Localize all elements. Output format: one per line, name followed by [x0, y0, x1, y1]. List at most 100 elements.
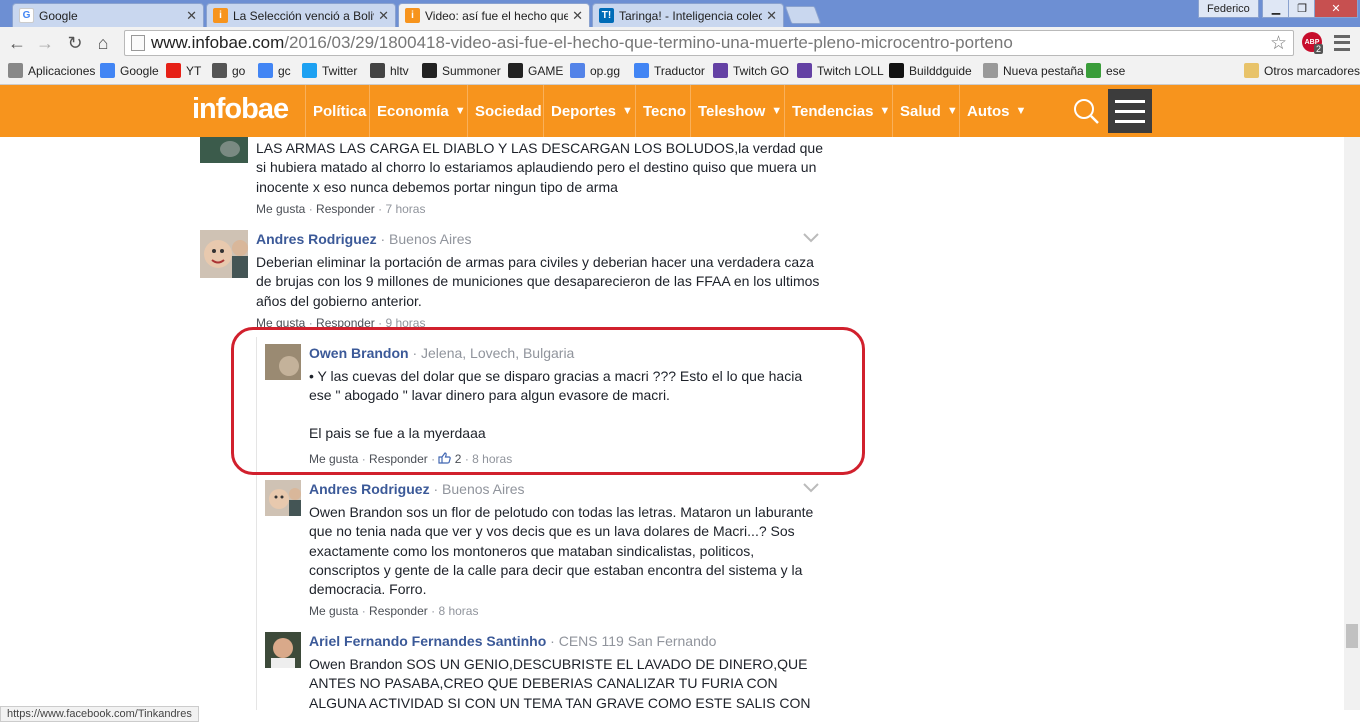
- tab-seleccion[interactable]: i La Selección venció a Bolivia ✕: [206, 3, 396, 27]
- bookmark-game[interactable]: GAME: [508, 63, 563, 78]
- comment-location: Buenos Aires: [442, 481, 525, 497]
- hltv-icon: [370, 63, 385, 78]
- apps-icon: [8, 63, 23, 78]
- caret-down-icon: ▼: [622, 105, 633, 117]
- comment-author[interactable]: Ariel Fernando Fernandes Santinho · CENS…: [309, 633, 716, 649]
- bookmarks-bar: Aplicaciones Google YT go gc Twitter hltv Summo…: [0, 59, 1360, 85]
- comment-author[interactable]: Andres Rodriguez · Buenos Aires: [309, 481, 525, 497]
- highlight-circle: [231, 327, 865, 475]
- page-icon: [983, 63, 998, 78]
- bookmark-twitter[interactable]: Twitter: [302, 63, 357, 78]
- adblock-count: 2: [1314, 44, 1324, 54]
- reply-link[interactable]: Responder: [369, 604, 428, 618]
- comment-time[interactable]: 8 horas: [438, 604, 478, 618]
- bookmark-aplicaciones[interactable]: Aplicaciones: [8, 63, 95, 78]
- like-link[interactable]: Me gusta: [309, 604, 358, 618]
- folder-icon: [1244, 63, 1259, 78]
- comment-location: CENS 119 San Fernando: [558, 633, 717, 649]
- other-bookmarks[interactable]: Otros marcadores: [1244, 63, 1360, 78]
- close-window-icon[interactable]: ✕: [1314, 0, 1358, 18]
- close-tab-icon[interactable]: ✕: [186, 8, 197, 24]
- url-path: /2016/03/29/1800418-video-asi-fue-el-hec…: [284, 33, 1013, 52]
- tab-taringa[interactable]: T! Taringa! - Inteligencia colectiva ✕: [592, 3, 784, 27]
- chevron-down-icon[interactable]: [803, 483, 819, 493]
- page-icon: [131, 35, 145, 51]
- bookmark-ese[interactable]: ese: [1086, 63, 1125, 78]
- taringa-icon: T!: [599, 8, 614, 23]
- bookmark-gc[interactable]: gc: [258, 63, 291, 78]
- nav-tecno[interactable]: Tecno: [635, 85, 686, 137]
- comment-text: LAS ARMAS LAS CARGA EL DIABLO Y LAS DESC…: [256, 140, 823, 195]
- home-icon[interactable]: ⌂: [92, 32, 114, 54]
- comment-text: Deberian eliminar la portación de armas …: [256, 254, 820, 309]
- nav-teleshow[interactable]: Teleshow ▼: [690, 85, 782, 137]
- bookmark-yt[interactable]: YT: [166, 63, 201, 78]
- caret-down-icon: ▼: [879, 105, 891, 117]
- close-tab-icon[interactable]: ✕: [378, 8, 389, 24]
- google-icon: [258, 63, 273, 78]
- close-tab-icon[interactable]: ✕: [766, 8, 777, 24]
- comment-actions: Me gusta · Responder · 7 horas: [256, 202, 426, 216]
- twitch-icon: [797, 63, 812, 78]
- chrome-menu-icon[interactable]: [1334, 33, 1350, 53]
- bookmark-google[interactable]: Google: [100, 63, 159, 78]
- nav-sociedad[interactable]: Sociedad: [467, 85, 542, 137]
- caret-down-icon: ▼: [946, 105, 958, 117]
- bookmark-nueva-pesta-a[interactable]: Nueva pestaña: [983, 63, 1084, 78]
- game-icon: [508, 63, 523, 78]
- comments-section: LAS ARMAS LAS CARGA EL DIABLO Y LAS DESC…: [0, 137, 1360, 710]
- infobae-logo[interactable]: infobae: [192, 93, 289, 126]
- bookmark-builddguide[interactable]: Builddguide: [889, 63, 972, 78]
- comment-location: Buenos Aires: [389, 231, 472, 247]
- nav-deportes[interactable]: Deportes ▼: [543, 85, 633, 137]
- tab-video-active[interactable]: i Video: así fue el hecho que termino ✕: [398, 3, 590, 27]
- bookmark-summoner[interactable]: Summoner: [422, 63, 501, 78]
- avatar[interactable]: [265, 480, 301, 516]
- like-link[interactable]: Me gusta: [256, 202, 305, 216]
- new-tab-button[interactable]: [784, 6, 822, 24]
- status-bar-url: https://www.facebook.com/Tinkandres: [0, 706, 199, 722]
- summoner-icon: [422, 63, 437, 78]
- forward-arrow-icon[interactable]: →: [34, 32, 56, 54]
- comment-time[interactable]: 7 horas: [385, 202, 425, 216]
- comment-text: Owen Brandon sos un flor de pelotudo con…: [309, 504, 814, 598]
- comment-author[interactable]: Andres Rodriguez · Buenos Aires: [256, 231, 472, 247]
- tab-google[interactable]: G Google ✕: [12, 3, 204, 27]
- back-arrow-icon[interactable]: ←: [6, 32, 28, 54]
- reddit-icon: [212, 63, 227, 78]
- chevron-down-icon[interactable]: [803, 233, 819, 243]
- avatar[interactable]: [200, 230, 248, 278]
- reload-icon[interactable]: ↻: [64, 32, 86, 54]
- address-bar[interactable]: www.infobae.com/2016/03/29/1800418-video…: [124, 30, 1294, 56]
- bookmark-go[interactable]: go: [212, 63, 245, 78]
- avatar[interactable]: [200, 137, 248, 163]
- close-tab-icon[interactable]: ✕: [572, 8, 583, 24]
- nav-economia[interactable]: Economía ▼: [369, 85, 466, 137]
- bookmark-op-gg[interactable]: op.gg: [570, 63, 620, 78]
- nav-autos[interactable]: Autos ▼: [959, 85, 1026, 137]
- bookmark-hltv[interactable]: hltv: [370, 63, 409, 78]
- bookmark-twitch-loll[interactable]: Twitch LOLL: [797, 63, 884, 78]
- reply-link[interactable]: Responder: [316, 202, 375, 216]
- nav-politica[interactable]: Política: [305, 85, 366, 137]
- minimize-icon[interactable]: ▁: [1262, 0, 1290, 18]
- avatar[interactable]: [265, 632, 301, 668]
- search-icon[interactable]: [1072, 97, 1100, 125]
- tab-strip: G Google ✕ i La Selección venció a Boliv…: [0, 0, 1360, 27]
- nav-tendencias[interactable]: Tendencias ▼: [784, 85, 890, 137]
- google-icon: [100, 63, 115, 78]
- ese-icon: [1086, 63, 1101, 78]
- profile-button[interactable]: Federico: [1198, 0, 1259, 18]
- caret-down-icon: ▼: [771, 105, 783, 117]
- hamburger-menu-icon[interactable]: [1108, 89, 1152, 133]
- restore-icon[interactable]: ❐: [1288, 0, 1316, 18]
- nav-salud[interactable]: Salud ▼: [892, 85, 958, 137]
- probuilds-icon: [889, 63, 904, 78]
- twitter-icon: [302, 63, 317, 78]
- bookmark-traductor[interactable]: Traductor: [634, 63, 705, 78]
- bookmark-star-icon[interactable]: ☆: [1270, 32, 1287, 55]
- bookmark-twitch-go[interactable]: Twitch GO: [713, 63, 789, 78]
- caret-down-icon: ▼: [454, 105, 466, 117]
- scrollbar-thumb[interactable]: [1346, 624, 1358, 648]
- google-icon: G: [19, 8, 34, 23]
